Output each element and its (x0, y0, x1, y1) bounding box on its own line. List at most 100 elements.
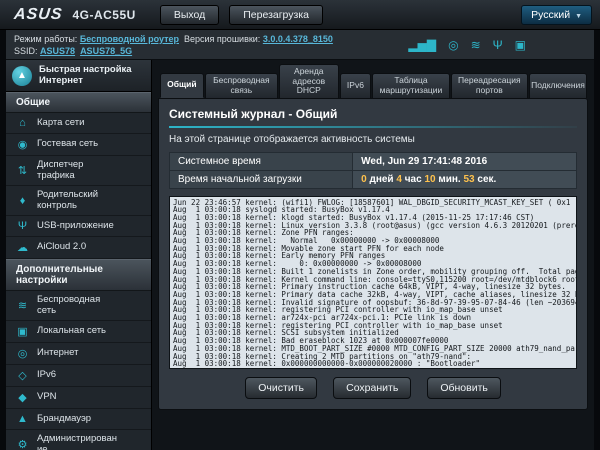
tab-general[interactable]: Общий (160, 73, 204, 98)
sidebar-item-aicloud[interactable]: ☁ AiCloud 2.0 (6, 237, 151, 259)
page-title: Системный журнал - Общий (169, 107, 577, 121)
uptime-minutes: 10 (424, 174, 435, 185)
globe-icon: ◎ (15, 347, 30, 360)
wireless-icon: ≋ (15, 299, 30, 312)
tab-dhcp-leases[interactable]: Аренда адресов DHCP (279, 64, 339, 98)
sidebar-item-label: Локальная сеть (37, 326, 106, 337)
cloud-icon: ☁ (15, 241, 30, 254)
traffic-manager-icon: ⇅ (15, 164, 30, 177)
usb-status-icon[interactable]: Ψ (493, 38, 503, 52)
status-bar: Режим работы: Беспроводной роутер Версия… (6, 30, 594, 60)
system-time-value: Wed, Jun 29 17:41:48 2016 (353, 152, 577, 170)
sidebar-item-network-map[interactable]: ⌂ Карта сети (6, 113, 151, 134)
tab-port-forwarding[interactable]: Переадресация портов (451, 73, 528, 98)
usb-icon: Ψ (15, 220, 30, 232)
page-description: На этой странице отображается активность… (169, 134, 577, 145)
sidebar-item-label: Диспетчер трафика (37, 160, 121, 181)
sidebar-item-label: Администрирование (37, 434, 121, 450)
uptime-value: 0 дней 4 час 10 мин. 53 сек. (353, 170, 577, 188)
title-divider (169, 126, 577, 128)
rocket-icon: ▲ (12, 66, 32, 86)
uptime-seconds-unit: сек. (477, 174, 496, 185)
sidebar-item-label: IPv6 (37, 370, 56, 381)
router-model-label: 4G-AC55U (72, 8, 135, 22)
system-log-panel: Системный журнал - Общий На этой страниц… (158, 98, 588, 410)
table-row: Время начальной загрузки 0 дней 4 час 10… (170, 170, 577, 188)
router-info: Режим работы: Беспроводной роутер Версия… (14, 33, 333, 57)
tab-ipv6[interactable]: IPv6 (340, 73, 372, 98)
chevron-down-icon: ▼ (575, 13, 582, 20)
internet-status-icon[interactable]: ◎ (448, 38, 458, 52)
tab-connections[interactable]: Подключения (529, 73, 587, 98)
uptime-seconds: 53 (464, 174, 475, 185)
sidebar-item-label: Брандмауэр (37, 414, 91, 425)
sidebar-item-usb-application[interactable]: Ψ USB-приложение (6, 216, 151, 237)
sidebar-item-wireless[interactable]: ≋ Беспроводная сеть (6, 291, 151, 321)
clients-status-icon[interactable]: ▣ (515, 38, 526, 52)
vpn-icon: ◆ (15, 391, 30, 404)
table-row: Системное время Wed, Jun 29 17:41:48 201… (170, 152, 577, 170)
ssid-24g-link[interactable]: ASUS78 (40, 46, 75, 56)
refresh-button[interactable]: Обновить (427, 377, 501, 399)
system-time-label: Системное время (170, 152, 353, 170)
sidebar-item-firewall[interactable]: ▲ Брандмауэр (6, 409, 151, 430)
shield-icon: ▲ (15, 413, 30, 425)
sidebar-header-advanced: Дополнительные настройки (6, 259, 151, 291)
ipv6-icon: ◇ (15, 369, 30, 382)
sidebar-item-label: Гостевая сеть (37, 139, 98, 150)
main-content: Общий Беспроводная связь Аренда адресов … (152, 60, 594, 450)
sidebar-item-label: Карта сети (37, 118, 84, 129)
sidebar-item-wan[interactable]: ◎ Интернет (6, 343, 151, 365)
logout-button[interactable]: Выход (160, 5, 219, 25)
status-icons: ▂▅▇ ◎ ≋ Ψ ▣ (408, 38, 526, 52)
operation-mode-label: Режим работы: (14, 34, 77, 44)
sidebar-item-label: AiCloud 2.0 (37, 242, 86, 253)
mobile-signal-icon[interactable]: ▂▅▇ (408, 38, 436, 52)
parental-control-icon: ♦ (15, 195, 30, 207)
ssid-5g-link[interactable]: ASUS78_5G (80, 46, 132, 56)
sidebar-item-label: Интернет (37, 348, 78, 359)
system-log-textarea[interactable]: Jun 22 23:46:57 kernel: (wifi1) FWLOG: [… (169, 196, 577, 369)
sidebar-item-label: Родительский контроль (37, 190, 121, 211)
clear-button[interactable]: Очистить (245, 377, 317, 399)
guest-network-icon: ◉ (15, 138, 30, 151)
tab-routing-table[interactable]: Таблица маршрутизации (372, 73, 449, 98)
uptime-hours-unit: час (405, 174, 422, 185)
operation-mode-link[interactable]: Беспроводной роутер (80, 34, 179, 44)
lan-icon: ▣ (15, 325, 30, 338)
system-info-table: Системное время Wed, Jun 29 17:41:48 201… (169, 152, 577, 189)
language-label: Русский (531, 9, 570, 21)
sidebar-item-administration[interactable]: ⚙ Администрирование (6, 430, 151, 450)
save-button[interactable]: Сохранить (333, 377, 411, 399)
tab-wireless-log[interactable]: Беспроводная связь (205, 73, 278, 98)
quick-setup-label: Быстрая настройка Интернет (39, 65, 135, 86)
wifi-status-icon[interactable]: ≋ (471, 38, 481, 52)
sidebar-item-vpn[interactable]: ◆ VPN (6, 387, 151, 409)
gear-icon: ⚙ (15, 438, 30, 450)
firmware-label: Версия прошивки: (184, 34, 260, 44)
uptime-minutes-unit: мин. (438, 174, 460, 185)
sidebar-header-general: Общие (6, 92, 151, 113)
firmware-version-link[interactable]: 3.0.0.4.378_8150 (263, 34, 333, 44)
sidebar-item-guest-network[interactable]: ◉ Гостевая сеть (6, 134, 151, 156)
ssid-label: SSID: (14, 46, 38, 56)
uptime-days: 0 (361, 174, 367, 185)
sidebar-item-label: USB-приложение (37, 221, 114, 232)
sidebar-item-label: Беспроводная сеть (37, 295, 121, 316)
sidebar-item-quick-setup[interactable]: ▲ Быстрая настройка Интернет (6, 60, 151, 92)
sidebar-item-label: VPN (37, 392, 57, 403)
asus-logo: ASUS (13, 6, 63, 24)
uptime-hours: 4 (396, 174, 402, 185)
action-buttons: Очистить Сохранить Обновить (169, 369, 577, 403)
sidebar-item-parental-control[interactable]: ♦ Родительский контроль (6, 186, 151, 216)
language-select[interactable]: Русский ▼ (521, 5, 592, 25)
uptime-days-unit: дней (369, 174, 393, 185)
sidebar: ▲ Быстрая настройка Интернет Общие ⌂ Кар… (6, 60, 152, 450)
uptime-label: Время начальной загрузки (170, 170, 353, 188)
sidebar-item-lan[interactable]: ▣ Локальная сеть (6, 321, 151, 343)
tab-bar: Общий Беспроводная связь Аренда адресов … (160, 64, 588, 98)
network-map-icon: ⌂ (15, 117, 30, 129)
sidebar-item-ipv6[interactable]: ◇ IPv6 (6, 365, 151, 387)
reboot-button[interactable]: Перезагрузка (229, 5, 323, 25)
sidebar-item-traffic-manager[interactable]: ⇅ Диспетчер трафика (6, 156, 151, 186)
